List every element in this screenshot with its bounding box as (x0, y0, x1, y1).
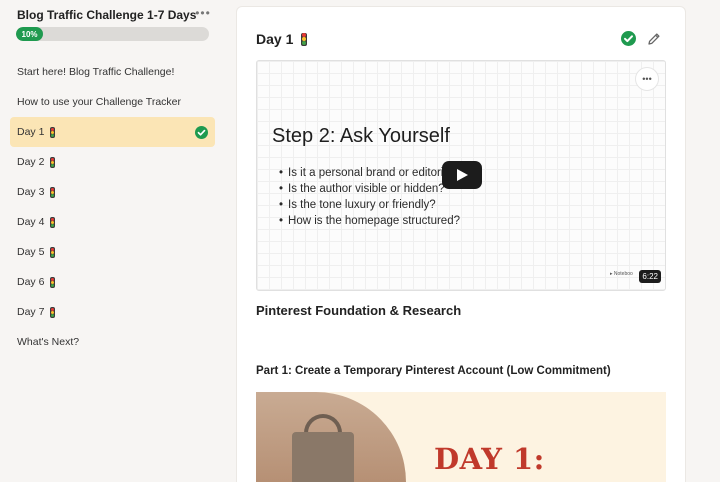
video-player[interactable]: ••• Step 2: Ask Yourself Is it a persona… (256, 60, 666, 291)
nav-item-challenge-tracker[interactable]: How to use your Challenge Tracker (10, 87, 215, 117)
traffic-light-icon (50, 156, 56, 168)
nav-item-day-5[interactable]: Day 5 (10, 237, 215, 267)
nav-item-label: What's Next? (17, 336, 80, 348)
nav-item-day-3[interactable]: Day 3 (10, 177, 215, 207)
nav-item-label: Day 5 (17, 246, 45, 258)
traffic-light-icon (50, 216, 56, 228)
lesson-title-text: Day 1 (256, 31, 294, 47)
nav-item-label: Day 3 (17, 186, 45, 198)
slide-bullet: Is the tone luxury or friendly? (279, 197, 460, 213)
slide-bullet: Is it a personal brand or editorial? (279, 165, 460, 181)
nav-item-whats-next[interactable]: What's Next? (10, 327, 215, 357)
progress-label: 10% (21, 29, 38, 39)
traffic-light-icon (50, 276, 56, 288)
pencil-icon (648, 33, 660, 45)
lesson-nav: Start here! Blog Traffic Challenge! How … (10, 57, 215, 357)
nav-item-label: Day 2 (17, 156, 45, 168)
nav-item-label: Start here! Blog Traffic Challenge! (17, 66, 175, 78)
traffic-light-icon (50, 246, 56, 258)
lesson-title: Day 1 (256, 31, 308, 47)
nav-item-label: Day 6 (17, 276, 45, 288)
nav-item-day-2[interactable]: Day 2 (10, 147, 215, 177)
notebook-watermark: ▸ Noteboo (610, 271, 633, 277)
day-banner-image: DAY 1: (256, 392, 666, 482)
nav-item-label: Day 4 (17, 216, 45, 228)
mark-complete-button[interactable] (621, 31, 636, 46)
slide-bullet: Is the author visible or hidden? (279, 181, 460, 197)
slide-bullet: How is the homepage structured? (279, 213, 460, 229)
nav-item-day-7[interactable]: Day 7 (10, 297, 215, 327)
nav-item-start-here[interactable]: Start here! Blog Traffic Challenge! (10, 57, 215, 87)
video-duration: 6:22 (639, 270, 661, 283)
traffic-light-icon (50, 126, 56, 138)
nav-item-day-1[interactable]: Day 1 (10, 117, 215, 147)
ellipsis-icon[interactable]: ••• (635, 67, 659, 91)
slide-bullets: Is it a personal brand or editorial? Is … (279, 165, 460, 229)
progress-bar: 10% (16, 27, 209, 41)
traffic-light-icon (301, 32, 308, 46)
check-circle-icon (624, 35, 633, 43)
ellipsis-icon[interactable]: ••• (194, 6, 212, 20)
slide-title: Step 2: Ask Yourself (272, 125, 450, 147)
check-circle-icon (195, 126, 208, 139)
nav-item-label: Day 1 (17, 126, 45, 138)
nav-item-day-4[interactable]: Day 4 (10, 207, 215, 237)
traffic-light-icon (50, 306, 56, 318)
section-title: Pinterest Foundation & Research (256, 303, 462, 318)
part-title: Part 1: Create a Temporary Pinterest Acc… (256, 365, 611, 377)
handbag-photo (256, 392, 406, 482)
banner-text: DAY 1: (434, 442, 545, 476)
traffic-light-icon (50, 186, 56, 198)
course-title: Blog Traffic Challenge 1-7 Days (17, 8, 197, 22)
nav-item-label: Day 7 (17, 306, 45, 318)
handbag (292, 432, 354, 482)
edit-button[interactable] (646, 31, 662, 47)
nav-item-label: How to use your Challenge Tracker (17, 96, 181, 108)
progress-fill: 10% (16, 27, 44, 41)
course-sidebar: Blog Traffic Challenge 1-7 Days ••• 10% … (0, 0, 226, 482)
nav-item-day-6[interactable]: Day 6 (10, 267, 215, 297)
lesson-card: Day 1 ••• Step 2: Ask Yourself Is it a p… (236, 6, 686, 482)
play-icon[interactable] (442, 161, 482, 189)
